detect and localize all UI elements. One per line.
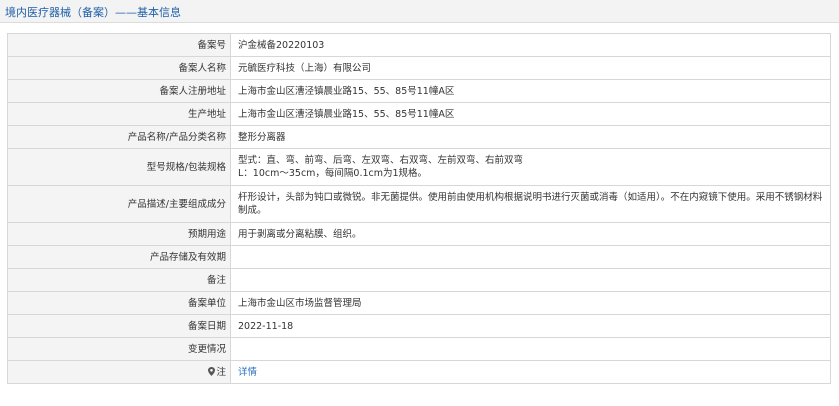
registrant-address-label: 备案人注册地址 <box>7 79 231 103</box>
model-spec-line-2: L：10cm～35cm，每间隔0.1cm为1规格。 <box>238 168 428 179</box>
production-address-value: 上海市金山区漕泾镇晨业路15、55、85号11幢A区 <box>230 102 831 126</box>
record-unit-label: 备案单位 <box>7 291 231 315</box>
remarks-value <box>230 268 831 292</box>
table-row-intended-use: 预期用途 用于剥离或分离粘膜、组织。 <box>7 222 831 246</box>
product-description-value: 杆形设计，头部为钝口或微锐。非无菌提供。使用前由使用机构根据说明书进行灭菌或消毒… <box>230 185 831 223</box>
note-label-cell: 注 <box>7 360 231 384</box>
model-spec-line-1: 型式：直、弯、前弯、后弯、左双弯、右双弯、左前双弯、右前双弯 <box>238 155 524 166</box>
change-status-label: 变更情况 <box>7 337 231 361</box>
page-header: 境内医疗器械（备案）——基本信息 <box>0 0 839 23</box>
product-name-label: 产品名称/产品分类名称 <box>7 125 231 149</box>
storage-validity-value <box>230 245 831 269</box>
table-row-registrant-address: 备案人注册地址 上海市金山区漕泾镇晨业路15、55、85号11幢A区 <box>7 79 831 103</box>
record-number-value: 沪金械备20220103 <box>230 33 831 57</box>
table-row-change-status: 变更情况 <box>7 337 831 361</box>
table-row-remarks: 备注 <box>7 268 831 292</box>
note-label: 注 <box>216 366 226 378</box>
table-row-registrant-name: 备案人名称 元毓医疗科技（上海）有限公司 <box>7 56 831 80</box>
page-title: 境内医疗器械（备案）——基本信息 <box>5 6 181 19</box>
table-row-record-unit: 备案单位 上海市金山区市场监督管理局 <box>7 291 831 315</box>
intended-use-label: 预期用途 <box>7 222 231 246</box>
record-date-value: 2022-11-18 <box>230 314 831 338</box>
table-row-storage-validity: 产品存储及有效期 <box>7 245 831 269</box>
table-row-product-name: 产品名称/产品分类名称 整形分离器 <box>7 125 831 149</box>
table-row-record-date: 备案日期 2022-11-18 <box>7 314 831 338</box>
intended-use-value: 用于剥离或分离粘膜、组织。 <box>230 222 831 246</box>
model-spec-value: 型式：直、弯、前弯、后弯、左双弯、右双弯、左前双弯、右前双弯 L：10cm～35… <box>230 148 831 186</box>
table-row-production-address: 生产地址 上海市金山区漕泾镇晨业路15、55、85号11幢A区 <box>7 102 831 126</box>
registrant-name-label: 备案人名称 <box>7 56 231 80</box>
record-date-label: 备案日期 <box>7 314 231 338</box>
table-row-model-spec: 型号规格/包装规格 型式：直、弯、前弯、后弯、左双弯、右双弯、左前双弯、右前双弯… <box>7 148 831 186</box>
product-name-value: 整形分离器 <box>230 125 831 149</box>
model-spec-label: 型号规格/包装规格 <box>7 148 231 186</box>
table-row-product-description: 产品描述/主要组成成分 杆形设计，头部为钝口或微锐。非无菌提供。使用前由使用机构… <box>7 185 831 223</box>
basic-info-table: 备案号 沪金械备20220103 备案人名称 元毓医疗科技（上海）有限公司 备案… <box>7 33 831 384</box>
production-address-label: 生产地址 <box>7 102 231 126</box>
product-description-label: 产品描述/主要组成成分 <box>7 185 231 223</box>
registrant-address-value: 上海市金山区漕泾镇晨业路15、55、85号11幢A区 <box>230 79 831 103</box>
storage-validity-label: 产品存储及有效期 <box>7 245 231 269</box>
details-link[interactable]: 详情 <box>238 367 257 378</box>
note-value-cell: 详情 <box>230 360 831 384</box>
remarks-label: 备注 <box>7 268 231 292</box>
record-unit-value: 上海市金山区市场监督管理局 <box>230 291 831 315</box>
change-status-value <box>230 337 831 361</box>
record-number-label: 备案号 <box>7 33 231 57</box>
table-row-record-number: 备案号 沪金械备20220103 <box>7 33 831 57</box>
location-pin-icon <box>208 366 216 376</box>
table-row-note: 注 详情 <box>7 360 831 384</box>
registrant-name-value: 元毓医疗科技（上海）有限公司 <box>230 56 831 80</box>
